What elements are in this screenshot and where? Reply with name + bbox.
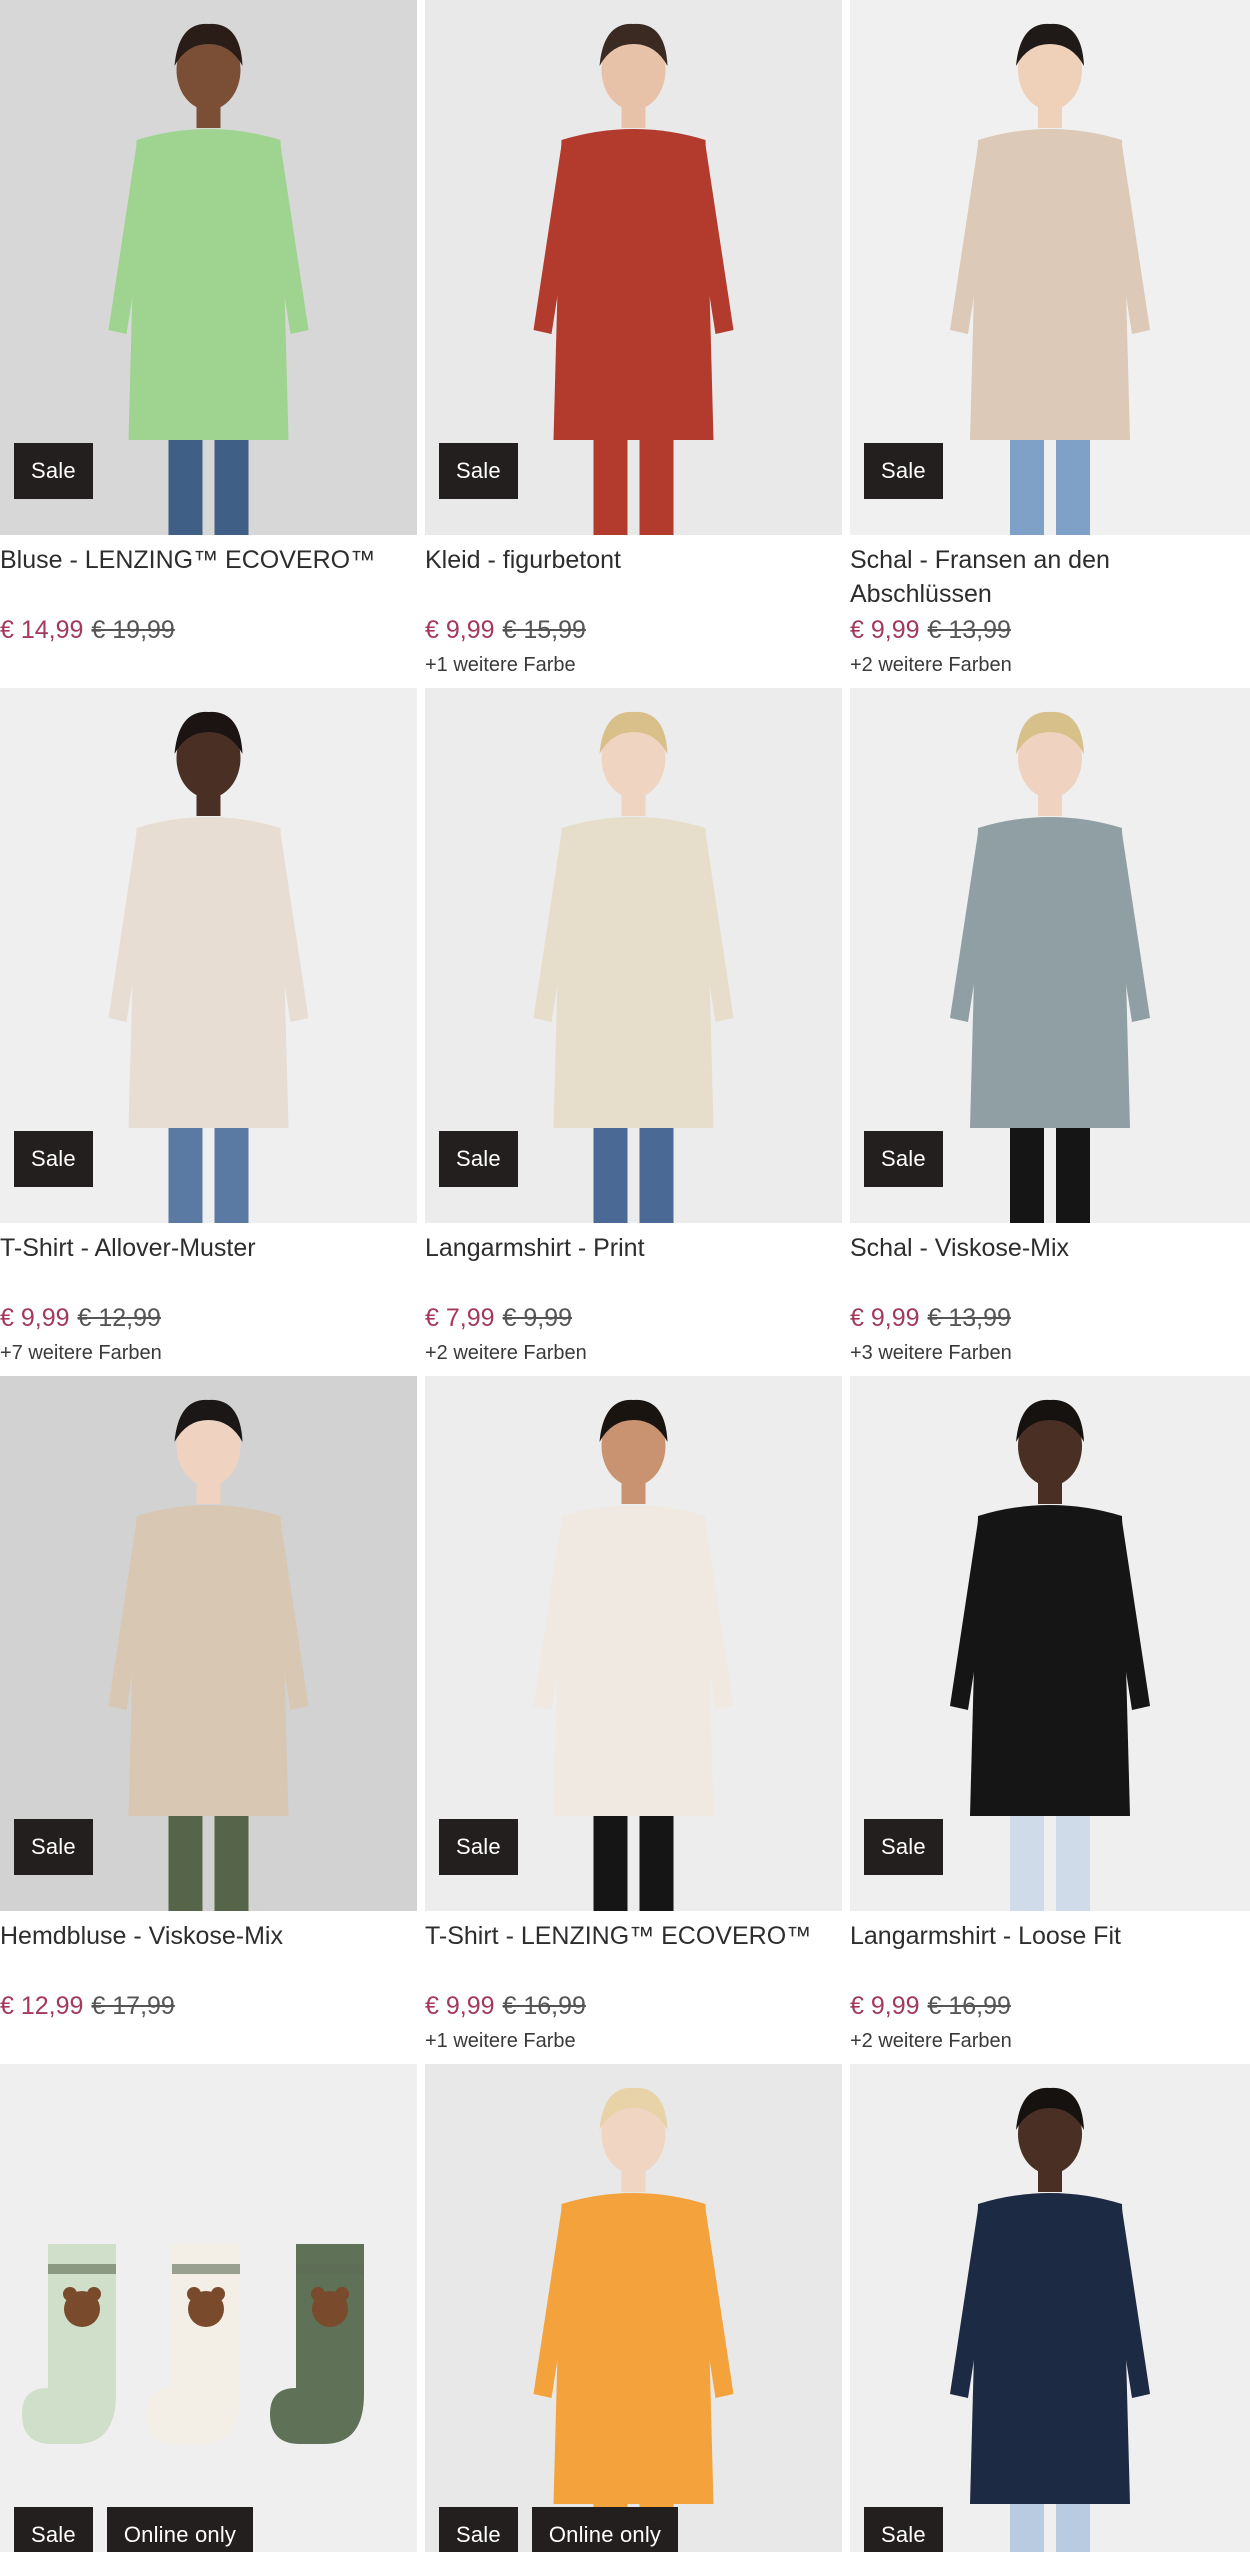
product-image-wrapper[interactable]: Sale [0,688,417,1223]
more-colors-link[interactable]: +2 weitere Farben [850,651,1250,679]
product-image-wrapper[interactable]: Sale Online only [425,2064,842,2552]
more-colors-link[interactable]: +7 weitere Farben [0,1339,417,1367]
badge-group: Sale [439,1819,518,1875]
price-row: € 9,99 € 16,99 [850,1989,1250,2023]
product-title[interactable]: Langarmshirt - Loose Fit [850,1919,1250,1987]
product-title[interactable]: Schal - Fransen an den Abschlüssen [850,543,1250,611]
price-row: € 12,99 € 17,99 [0,1989,417,2023]
price-row: € 9,99 € 16,99 [425,1989,842,2023]
product-card[interactable]: Sale Schal - Fransen an den Abschlüssen € … [850,0,1250,688]
sale-badge: Sale [439,1819,518,1875]
badge-group: Sale [864,443,943,499]
product-image-wrapper[interactable]: Sale [850,1376,1250,1911]
product-image-wrapper[interactable]: Sale [0,0,417,535]
badge-group: Sale [864,1819,943,1875]
sale-badge: Sale [14,2507,93,2552]
product-title[interactable]: Schal - Viskose-Mix [850,1231,1250,1299]
product-image [425,2064,842,2552]
price-row: € 9,99 € 15,99 [425,613,842,647]
product-image-wrapper[interactable]: Sale [850,0,1250,535]
more-colors-link[interactable]: +2 weitere Farben [850,2027,1250,2055]
product-card[interactable]: Sale Bluse - LENZING™ ECOVERO™ € 14,99 € 19… [0,0,417,688]
sale-badge: Sale [864,443,943,499]
sale-badge: Sale [14,1819,93,1875]
product-image-wrapper[interactable]: Sale [425,688,842,1223]
badge-group: Sale [439,1131,518,1187]
sale-price: € 9,99 [850,616,920,644]
sale-price: € 9,99 [850,1304,920,1332]
original-price: € 17,99 [91,1992,175,2020]
sale-price: € 9,99 [0,1304,70,1332]
product-image-wrapper[interactable]: Sale [425,0,842,535]
product-title[interactable]: Kleid - figurbetont [425,543,842,611]
badge-group: Sale [14,1131,93,1187]
sale-badge: Sale [439,2507,518,2552]
product-card[interactable]: Sale Schal - Viskose-Mix € 9,99 € 13,99 +3 w… [850,688,1250,1376]
product-image-wrapper[interactable]: Sale [425,1376,842,1911]
sale-badge: Sale [864,1819,943,1875]
sale-badge: Sale [14,1131,93,1187]
sale-badge: Sale [864,2507,943,2552]
price-row: € 9,99 € 12,99 [0,1301,417,1335]
product-card[interactable]: Sale Hemdbluse - Viskose-Mix € 12,99 € 17,9… [0,1376,417,2064]
product-image [850,2064,1250,2552]
sale-price: € 9,99 [850,1992,920,2020]
badge-group: Sale Online only [14,2507,254,2552]
product-title[interactable]: T-Shirt - Allover-Muster [0,1231,417,1299]
product-card[interactable]: Sale Online only [425,2064,842,2552]
product-card[interactable]: Sale [850,2064,1250,2552]
product-card[interactable]: Sale Kleid - figurbetont € 9,99 € 15,99 +1 w… [425,0,842,688]
badge-group: Sale [14,1819,93,1875]
product-image-wrapper[interactable]: Sale [0,1376,417,1911]
product-title[interactable]: Langarmshirt - Print [425,1231,842,1299]
product-image-wrapper[interactable]: Sale [850,688,1250,1223]
product-card[interactable]: Sale Online only [0,2064,417,2552]
more-colors-link[interactable]: +2 weitere Farben [425,1339,842,1367]
badge-group: Sale [14,443,93,499]
more-colors-link[interactable]: +1 weitere Farbe [425,651,842,679]
online-only-badge: Online only [531,2507,679,2552]
product-title[interactable]: Bluse - LENZING™ ECOVERO™ [0,543,417,611]
sale-price: € 9,99 [425,1992,495,2020]
sale-badge: Sale [14,443,93,499]
sale-price: € 14,99 [0,616,84,644]
sale-price: € 12,99 [0,1992,84,2020]
badge-group: Sale [864,1131,943,1187]
sale-badge: Sale [439,443,518,499]
price-row: € 9,99 € 13,99 [850,613,1250,647]
badge-group: Sale [864,2507,943,2552]
product-card[interactable]: Sale Langarmshirt - Print € 7,99 € 9,99 +2 w… [425,688,842,1376]
original-price: € 15,99 [502,616,586,644]
product-card[interactable]: Sale T-Shirt - LENZING™ ECOVERO™ € 9,99 € 1… [425,1376,842,2064]
sale-badge: Sale [864,1131,943,1187]
product-image [0,2064,417,2552]
price-row: € 14,99 € 19,99 [0,613,417,647]
more-colors-link[interactable]: +3 weitere Farben [850,1339,1250,1367]
original-price: € 13,99 [927,1304,1011,1332]
online-only-badge: Online only [106,2507,254,2552]
product-image-wrapper[interactable]: Sale [850,2064,1250,2552]
product-image-wrapper[interactable]: Sale Online only [0,2064,417,2552]
product-grid: Sale Bluse - LENZING™ ECOVERO™ € 14,99 € 19… [0,0,1250,2552]
price-row: € 9,99 € 13,99 [850,1301,1250,1335]
sale-price: € 9,99 [425,616,495,644]
original-price: € 9,99 [502,1304,573,1332]
original-price: € 16,99 [502,1992,586,2020]
sale-badge: Sale [439,1131,518,1187]
original-price: € 12,99 [77,1304,161,1332]
product-card[interactable]: Sale Langarmshirt - Loose Fit € 9,99 € 16,9… [850,1376,1250,2064]
price-row: € 7,99 € 9,99 [425,1301,842,1335]
product-title[interactable]: Hemdbluse - Viskose-Mix [0,1919,417,1987]
original-price: € 13,99 [927,616,1011,644]
product-title[interactable]: T-Shirt - LENZING™ ECOVERO™ [425,1919,842,1987]
badge-group: Sale Online only [439,2507,679,2552]
more-colors-link[interactable]: +1 weitere Farbe [425,2027,842,2055]
badge-group: Sale [439,443,518,499]
original-price: € 16,99 [927,1992,1011,2020]
sale-price: € 7,99 [425,1304,495,1332]
product-card[interactable]: Sale T-Shirt - Allover-Muster € 9,99 € 12,9… [0,688,417,1376]
original-price: € 19,99 [91,616,175,644]
